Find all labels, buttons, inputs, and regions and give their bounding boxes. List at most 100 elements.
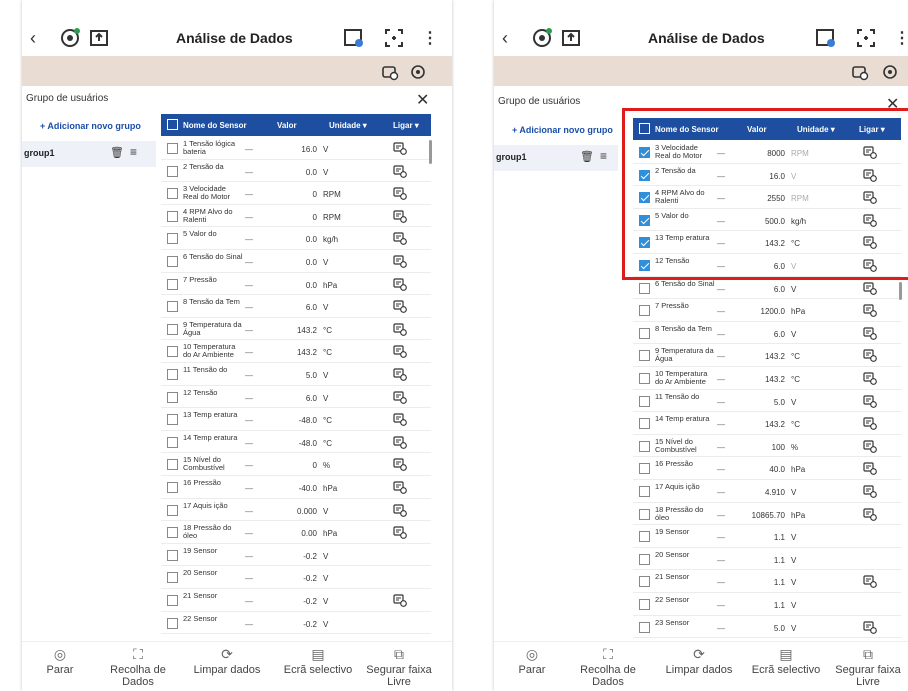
sensor-row[interactable]: 8 Tensão da Tem — 6.0 V (633, 322, 901, 345)
row-checkbox[interactable] (639, 395, 650, 407)
vehicle-link-icon[interactable] (393, 142, 407, 155)
row-checkbox[interactable] (167, 459, 178, 471)
sensor-row[interactable]: 16 Pressão — 40.0 hPa (633, 457, 901, 480)
group-item[interactable]: group1 🗑 ≡ (494, 145, 618, 171)
hold-button[interactable]: ⧉ Segurar faixa Livre (364, 646, 434, 691)
row-checkbox[interactable] (167, 549, 178, 561)
row-checkbox[interactable] (167, 391, 178, 403)
sensor-row[interactable]: 4 RPM Alvo do Ralenti — 0 RPM (161, 205, 431, 228)
row-checkbox[interactable] (167, 595, 178, 606)
row-checkbox[interactable] (167, 323, 178, 335)
sensor-row[interactable]: 20 Sensor — -0.2 V (161, 566, 431, 589)
vehicle-link-icon[interactable] (863, 327, 877, 340)
vehicle-diagnostic-icon[interactable] (530, 26, 554, 50)
row-checkbox[interactable] (639, 599, 650, 610)
row-checkbox[interactable] (639, 350, 650, 362)
delete-icon[interactable]: 🗑 (580, 150, 594, 163)
back-icon[interactable]: ‹ (30, 28, 36, 49)
sensor-row[interactable]: 7 Pressão — 0.0 hPa (161, 273, 431, 296)
row-checkbox[interactable] (639, 282, 650, 294)
row-checkbox[interactable] (167, 301, 178, 313)
row-checkbox[interactable] (639, 418, 650, 430)
sensor-row[interactable]: 14 Temp eratura — 143.2 °C (633, 412, 901, 435)
sensor-row[interactable]: 6 Tensão do Sinal — 0.0 V (161, 250, 431, 273)
sensor-row[interactable]: 16 Pressão — -40.0 hPa (161, 476, 431, 499)
vehicle-link-icon[interactable] (393, 323, 407, 336)
col-value[interactable]: Valor (277, 121, 297, 130)
sensor-row[interactable]: 12 Tensão — 6.0 V (161, 386, 431, 409)
vehicle-link-icon[interactable] (393, 503, 407, 517)
vehicle-link-icon[interactable] (393, 436, 407, 449)
col-unit[interactable]: Unidade ▾ (329, 121, 367, 130)
vehicle-link-icon[interactable] (863, 462, 877, 476)
back-icon[interactable]: ‹ (502, 28, 508, 49)
capture-icon[interactable] (854, 26, 878, 50)
add-group-button[interactable]: + Adicionar novo grupo (512, 125, 613, 135)
vehicle-link-icon[interactable] (393, 277, 407, 291)
sensor-row[interactable]: 1 Tensão lógica bateria — 16.0 V (161, 137, 431, 160)
row-checkbox[interactable] (167, 436, 178, 448)
sensor-row[interactable]: 11 Tensão do — 5.0 V (161, 363, 431, 386)
row-checkbox[interactable] (167, 482, 178, 493)
row-checkbox[interactable] (167, 414, 178, 426)
row-checkbox[interactable] (167, 210, 178, 222)
sensor-row[interactable]: 8 Tensão da Tem — 6.0 V (161, 295, 431, 318)
vehicle-link-icon[interactable] (393, 526, 407, 540)
delete-icon[interactable]: 🗑 (110, 146, 124, 159)
more-icon[interactable]: ⋮ (894, 28, 908, 48)
row-checkbox[interactable] (167, 572, 178, 584)
vehicle-link-icon[interactable] (863, 281, 877, 295)
row-checkbox[interactable] (639, 327, 650, 339)
sensor-row[interactable]: 21 Sensor — 1.1 V (633, 570, 901, 593)
capture-icon[interactable] (382, 26, 406, 50)
vehicle-link-icon[interactable] (393, 210, 407, 223)
sensor-row[interactable]: 9 Temperatura da Água — 143.2 °C (161, 318, 431, 341)
list-menu-icon[interactable]: ≡ (130, 145, 137, 159)
vehicle-link-icon[interactable] (863, 507, 877, 521)
sensor-row[interactable]: 13 Temp eratura — -48.0 °C (161, 408, 431, 431)
vehicle-link-icon[interactable] (863, 440, 877, 453)
select-all-checkbox[interactable] (167, 119, 178, 130)
settings-link-icon[interactable] (408, 58, 428, 86)
row-checkbox[interactable] (167, 143, 178, 154)
list-menu-icon[interactable]: ≡ (600, 149, 607, 163)
sensor-row[interactable]: 15 Nível do Combustível — 0% (161, 453, 431, 476)
sensor-row[interactable]: 14 Temp eratura — -48.0 °C (161, 431, 431, 454)
clear-data-button[interactable]: ⟳ Limpar dados (182, 646, 272, 676)
vehicle-link-icon[interactable] (863, 372, 877, 385)
sensor-row[interactable]: 7 Pressão — 1200.0 hPa (633, 299, 901, 322)
vehicle-link-icon[interactable] (850, 58, 870, 86)
group-item[interactable]: group1 🗑 ≡ (22, 141, 156, 167)
vehicle-link-icon[interactable] (863, 349, 877, 363)
vehicle-link-icon[interactable] (393, 345, 407, 359)
sensor-row[interactable]: 19 Sensor — -0.2 V (161, 544, 431, 567)
row-checkbox[interactable] (639, 621, 650, 633)
row-checkbox[interactable] (167, 256, 178, 267)
sensor-row[interactable]: 15 Nível do Combustível — 100% (633, 435, 901, 458)
row-checkbox[interactable] (639, 508, 650, 520)
sensor-row[interactable]: 22 Sensor — 1.1 V (633, 593, 901, 616)
sensor-row[interactable]: 10 Temperatura do Ar Ambiente — 143.2 °C (161, 340, 431, 363)
sensor-row[interactable]: 11 Tensão do — 5.0 V (633, 390, 901, 413)
vehicle-link-icon[interactable] (863, 394, 877, 408)
row-checkbox[interactable] (639, 463, 650, 475)
vehicle-link-icon[interactable] (393, 481, 407, 494)
calendar-icon[interactable] (814, 26, 838, 50)
vehicle-link-icon[interactable] (393, 300, 407, 314)
sensor-row[interactable]: 21 Sensor — -0.2 V (161, 589, 431, 612)
stop-button[interactable]: ◎ Parar (40, 646, 80, 676)
capture-data-button[interactable]: ⛶ Recolha de Dados (578, 646, 638, 688)
stop-button[interactable]: ◎ Parar (512, 646, 552, 676)
sensor-row[interactable]: 9 Temperatura da Água — 143.2 °C (633, 344, 901, 367)
close-icon[interactable]: ✕ (416, 90, 429, 110)
row-checkbox[interactable] (167, 369, 178, 380)
vehicle-link-icon[interactable] (393, 594, 407, 607)
sensor-row[interactable]: 17 Aquis ição — 0.000 V (161, 499, 431, 522)
vehicle-link-icon[interactable] (393, 164, 407, 178)
sensor-row[interactable]: 17 Aquis ição — 4.910 V (633, 480, 901, 503)
row-checkbox[interactable] (639, 440, 650, 452)
sensor-row[interactable]: 20 Sensor — 1.1 V (633, 548, 901, 571)
vehicle-link-icon[interactable] (393, 458, 407, 472)
row-checkbox[interactable] (639, 576, 650, 588)
hold-button[interactable]: ⧉ Segurar faixa Livre (832, 646, 904, 691)
